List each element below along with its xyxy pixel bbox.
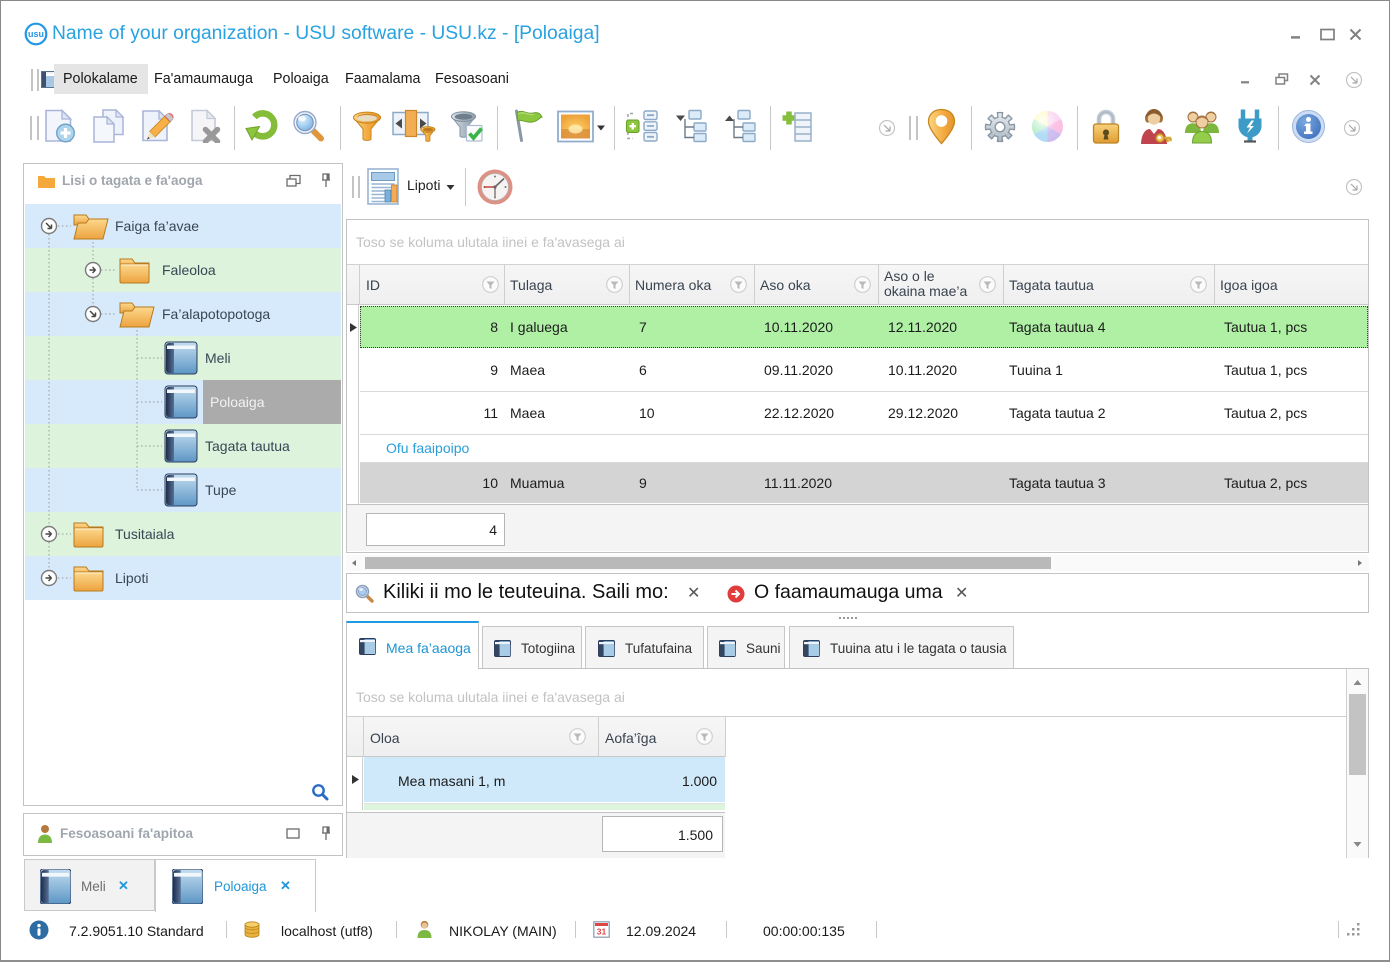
svg-text:Tusitaiala: Tusitaiala: [115, 526, 175, 542]
svg-text:Lipoti: Lipoti: [115, 570, 148, 586]
svg-text:Faiga fa’avae: Faiga fa’avae: [115, 218, 199, 234]
svg-text:Poloaiga: Poloaiga: [210, 394, 265, 410]
svg-text:Tupe: Tupe: [205, 482, 237, 498]
svg-text:Fa’alapotopotoga: Fa’alapotopotoga: [162, 306, 270, 322]
svg-text:31: 31: [597, 927, 607, 937]
svg-text:Faleoloa: Faleoloa: [162, 262, 216, 278]
svg-text:usu: usu: [28, 29, 44, 39]
svg-text:Tagata tautua: Tagata tautua: [205, 438, 290, 454]
svg-text:Meli: Meli: [205, 350, 231, 366]
